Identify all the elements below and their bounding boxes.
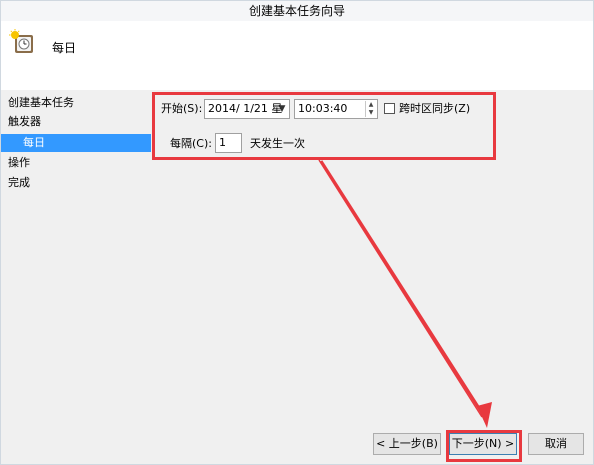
sidebar-item-label: 操作: [8, 156, 30, 169]
sidebar-item-label: 完成: [8, 176, 30, 189]
sidebar-item-finish[interactable]: 完成: [1, 174, 151, 192]
sidebar-item-label: 每日: [23, 136, 45, 149]
sidebar-item-label: 触发器: [8, 115, 41, 128]
back-button[interactable]: < 上一步(B): [373, 433, 441, 455]
title-bar: 创建基本任务向导: [1, 1, 593, 21]
cancel-button[interactable]: 取消: [528, 433, 584, 455]
wizard-steps-sidebar: 创建基本任务 触发器 每日 操作 完成: [1, 90, 151, 464]
highlight-box-next: [446, 430, 522, 462]
cancel-button-label: 取消: [545, 437, 567, 450]
highlight-box-form: [152, 92, 496, 160]
sidebar-item-action[interactable]: 操作: [1, 154, 151, 172]
sidebar-item-create-basic-task[interactable]: 创建基本任务: [1, 94, 151, 112]
page-title: 每日: [52, 41, 77, 55]
window-title: 创建基本任务向导: [248, 4, 345, 18]
task-clock-icon: [9, 29, 35, 55]
sidebar-item-daily[interactable]: 每日: [1, 134, 151, 152]
sidebar-item-label: 创建基本任务: [8, 96, 74, 109]
wizard-header: 每日: [1, 21, 593, 90]
task-wizard-window: 创建基本任务向导 每日 创建基本任务 触发器 每日 操作 完成 开始(S): 2…: [0, 0, 594, 465]
sidebar-item-trigger[interactable]: 触发器: [1, 113, 151, 131]
back-button-label: < 上一步(B): [376, 437, 438, 450]
